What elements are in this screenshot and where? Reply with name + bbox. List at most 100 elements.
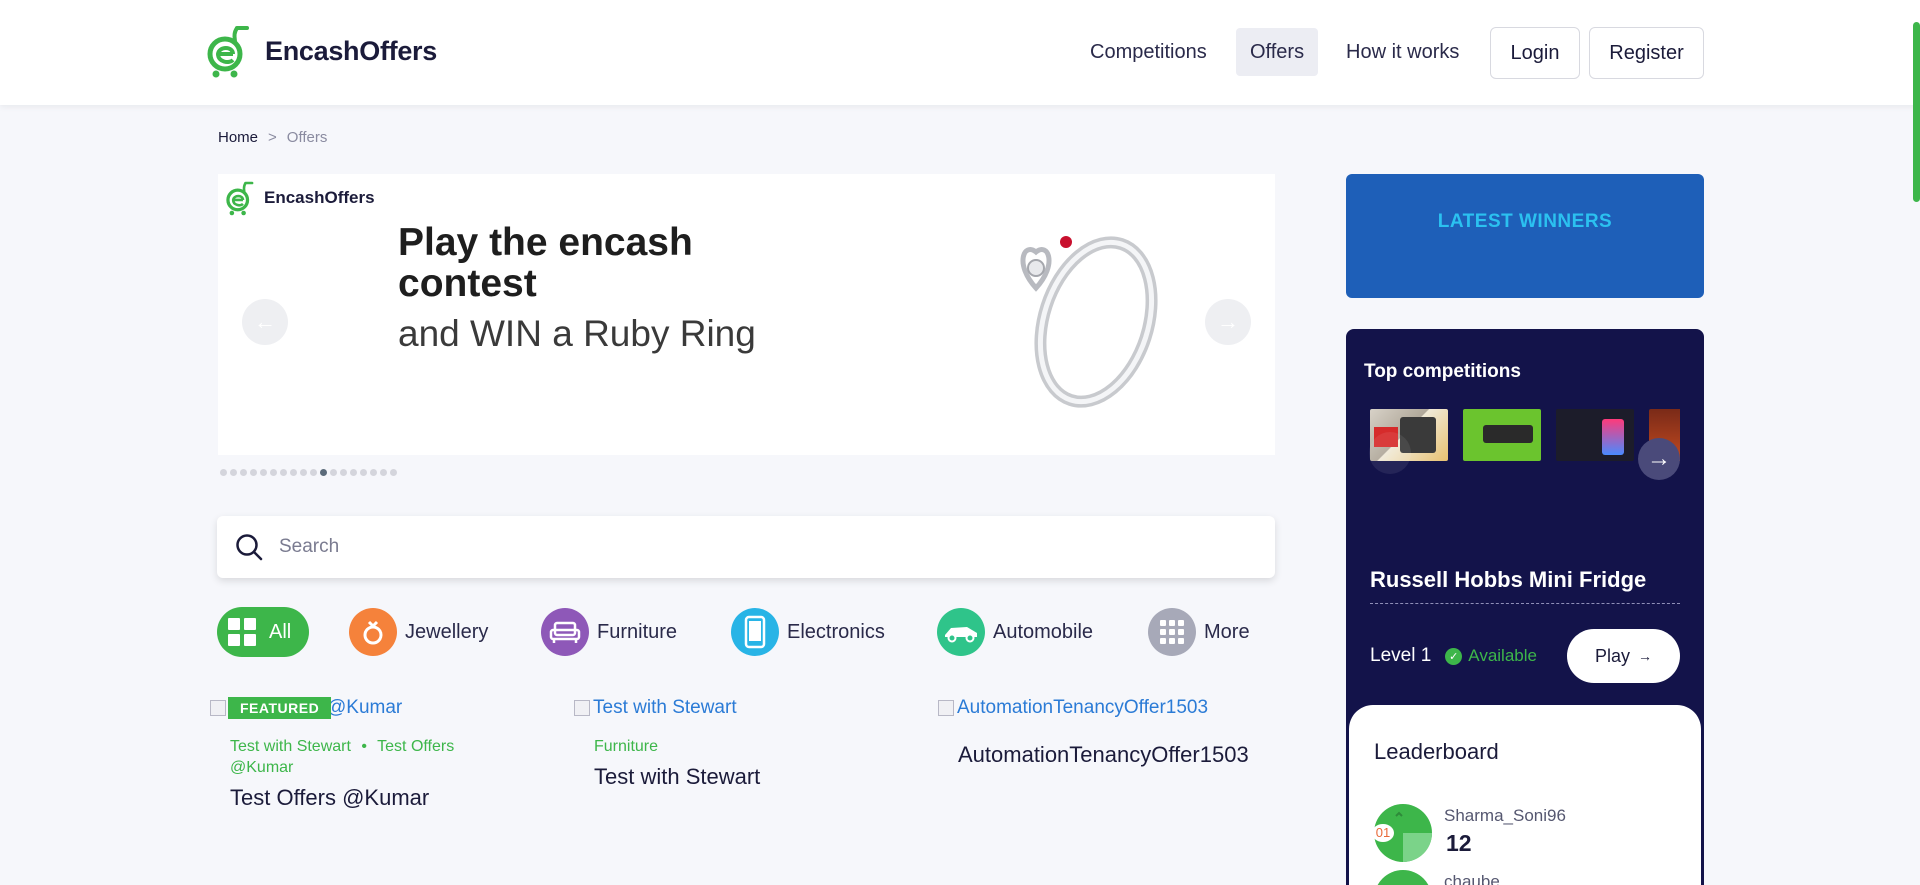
- offer-image-alt: Test with Stewart: [593, 697, 737, 718]
- car-icon: [937, 608, 985, 656]
- carousel-dot[interactable]: [270, 469, 277, 476]
- carousel-dot[interactable]: [220, 469, 227, 476]
- category-more[interactable]: More: [1148, 607, 1250, 657]
- category-label: Jewellery: [405, 620, 489, 643]
- competition-name[interactable]: Russell Hobbs Mini Fridge: [1370, 567, 1680, 604]
- breadcrumb-current: Offers: [286, 129, 328, 146]
- banner-headline: Play the encash contest: [398, 221, 693, 305]
- carousel-dot[interactable]: [370, 469, 377, 476]
- competition-status-row: Level 1 ✓ Available Play →: [1370, 629, 1680, 683]
- carousel-dot[interactable]: [240, 469, 247, 476]
- broken-image-icon: [938, 700, 954, 716]
- category-jewellery[interactable]: Jewellery: [349, 607, 488, 657]
- carousel-dot[interactable]: [310, 469, 317, 476]
- search-bar[interactable]: [217, 516, 1275, 578]
- leaderboard-panel: Leaderboard 01 Sharma_Soni96 12 chaube: [1349, 705, 1701, 885]
- category-furniture[interactable]: Furniture: [541, 607, 677, 657]
- competition-thumbnail[interactable]: [1463, 409, 1541, 461]
- competition-thumbnail[interactable]: [1556, 409, 1634, 461]
- more-grid-icon: [1148, 608, 1196, 656]
- banner-brand: EncashOffers: [264, 188, 375, 207]
- breadcrumb-separator: >: [268, 129, 277, 146]
- category-label: Automobile: [993, 620, 1094, 643]
- ruby-ring-image: [1020, 236, 1158, 408]
- carousel-dot[interactable]: [390, 469, 397, 476]
- category-label: Electronics: [787, 620, 885, 643]
- play-label: Play: [1594, 645, 1630, 666]
- offer-image[interactable]: Test with Stewart: [574, 697, 904, 719]
- offer-card[interactable]: @Kumar FEATURED Test with Stewart • Test…: [210, 697, 540, 817]
- banner-logo: EncashOffers: [226, 180, 375, 216]
- category-filters: All Jewellery Furniture Electronics Auto…: [217, 607, 1277, 657]
- category-all[interactable]: All: [217, 607, 310, 657]
- leaderboard-rank: 01: [1372, 824, 1394, 842]
- availability-status: Available: [1468, 646, 1537, 665]
- avatar: 01: [1372, 804, 1432, 862]
- page-scrollbar[interactable]: [1913, 22, 1920, 202]
- competition-level: Level 1: [1370, 645, 1432, 666]
- top-competitions-panel: Top competitions → Russell Hobbs Mini Fr…: [1346, 329, 1704, 885]
- search-icon: [236, 534, 263, 561]
- offer-title[interactable]: AutomationTenancyOffer1503: [958, 742, 1249, 768]
- offer-image-alt: @Kumar: [327, 697, 403, 718]
- carousel-dots[interactable]: [220, 469, 397, 476]
- offer-title[interactable]: Test with Stewart: [594, 764, 760, 790]
- offer-card[interactable]: AutomationTenancyOffer1503 AutomationTen…: [938, 697, 1278, 777]
- offer-card[interactable]: Test with Stewart Furniture Test with St…: [574, 697, 904, 797]
- check-circle-icon: ✓: [1445, 647, 1463, 665]
- offer-title[interactable]: Test Offers @Kumar: [230, 785, 429, 811]
- carousel-dot[interactable]: [280, 469, 287, 476]
- carousel-dot[interactable]: [230, 469, 237, 476]
- carousel-dot[interactable]: [350, 469, 357, 476]
- carousel-dot[interactable]: [360, 469, 367, 476]
- top-competitions-title: Top competitions: [1364, 361, 1521, 382]
- brand-logo[interactable]: EncashOffers: [207, 24, 437, 78]
- offer-tag[interactable]: Test Offers: [377, 738, 454, 755]
- nav-how-it-works[interactable]: How it works: [1332, 28, 1473, 76]
- leaderboard-row[interactable]: chaube: [1374, 870, 1500, 885]
- offer-tag[interactable]: @Kumar: [230, 759, 293, 776]
- breadcrumb-home[interactable]: Home: [218, 129, 258, 146]
- carousel-dot[interactable]: [250, 469, 257, 476]
- cart-logo-icon: [207, 26, 249, 78]
- login-button[interactable]: Login: [1490, 27, 1580, 79]
- offer-image[interactable]: AutomationTenancyOffer1503: [938, 697, 1278, 719]
- offer-tag[interactable]: Test with Stewart: [230, 738, 351, 755]
- broken-image-icon: [210, 700, 226, 716]
- nav-offers[interactable]: Offers: [1236, 28, 1319, 76]
- thumbs-prev-arrow-icon[interactable]: [1369, 432, 1411, 474]
- site-header: EncashOffers Competitions Offers How it …: [0, 0, 1920, 105]
- carousel-dot[interactable]: [260, 469, 267, 476]
- nav-competitions[interactable]: Competitions: [1076, 28, 1221, 76]
- category-label: More: [1204, 620, 1250, 643]
- carousel-dot[interactable]: [300, 469, 307, 476]
- banner-carousel[interactable]: EncashOffers Play the encash contest and…: [218, 174, 1275, 455]
- banner-subline: and WIN a Ruby Ring: [398, 313, 756, 354]
- carousel-next-arrow-icon[interactable]: →: [1205, 299, 1251, 345]
- leaderboard-row[interactable]: 01 Sharma_Soni96 12: [1372, 804, 1566, 862]
- carousel-dot[interactable]: [320, 469, 327, 476]
- cart-logo-icon: [226, 181, 254, 216]
- breadcrumb: Home > Offers: [218, 129, 327, 146]
- search-input[interactable]: [279, 528, 1239, 566]
- leaderboard-name: Sharma_Soni96: [1444, 806, 1566, 825]
- leaderboard-name: chaube: [1444, 872, 1500, 885]
- offer-tag[interactable]: Furniture: [594, 738, 658, 755]
- category-label: All: [269, 620, 292, 643]
- carousel-prev-arrow-icon[interactable]: ←: [242, 299, 288, 345]
- register-button[interactable]: Register: [1589, 27, 1704, 79]
- carousel-dot[interactable]: [380, 469, 387, 476]
- avatar: [1374, 870, 1432, 885]
- offer-tags: Test with Stewart • Test Offers @Kumar: [230, 736, 520, 778]
- carousel-dot[interactable]: [330, 469, 337, 476]
- arrow-right-icon: →: [1638, 648, 1652, 664]
- play-button[interactable]: Play →: [1567, 629, 1680, 683]
- category-automobile[interactable]: Automobile: [937, 607, 1093, 657]
- category-electronics[interactable]: Electronics: [731, 607, 885, 657]
- featured-badge: FEATURED: [228, 697, 332, 719]
- carousel-dot[interactable]: [340, 469, 347, 476]
- thumbs-next-arrow-icon[interactable]: →: [1638, 438, 1680, 480]
- sofa-icon: [541, 608, 589, 656]
- leaderboard-score: 12: [1446, 830, 1472, 856]
- carousel-dot[interactable]: [290, 469, 297, 476]
